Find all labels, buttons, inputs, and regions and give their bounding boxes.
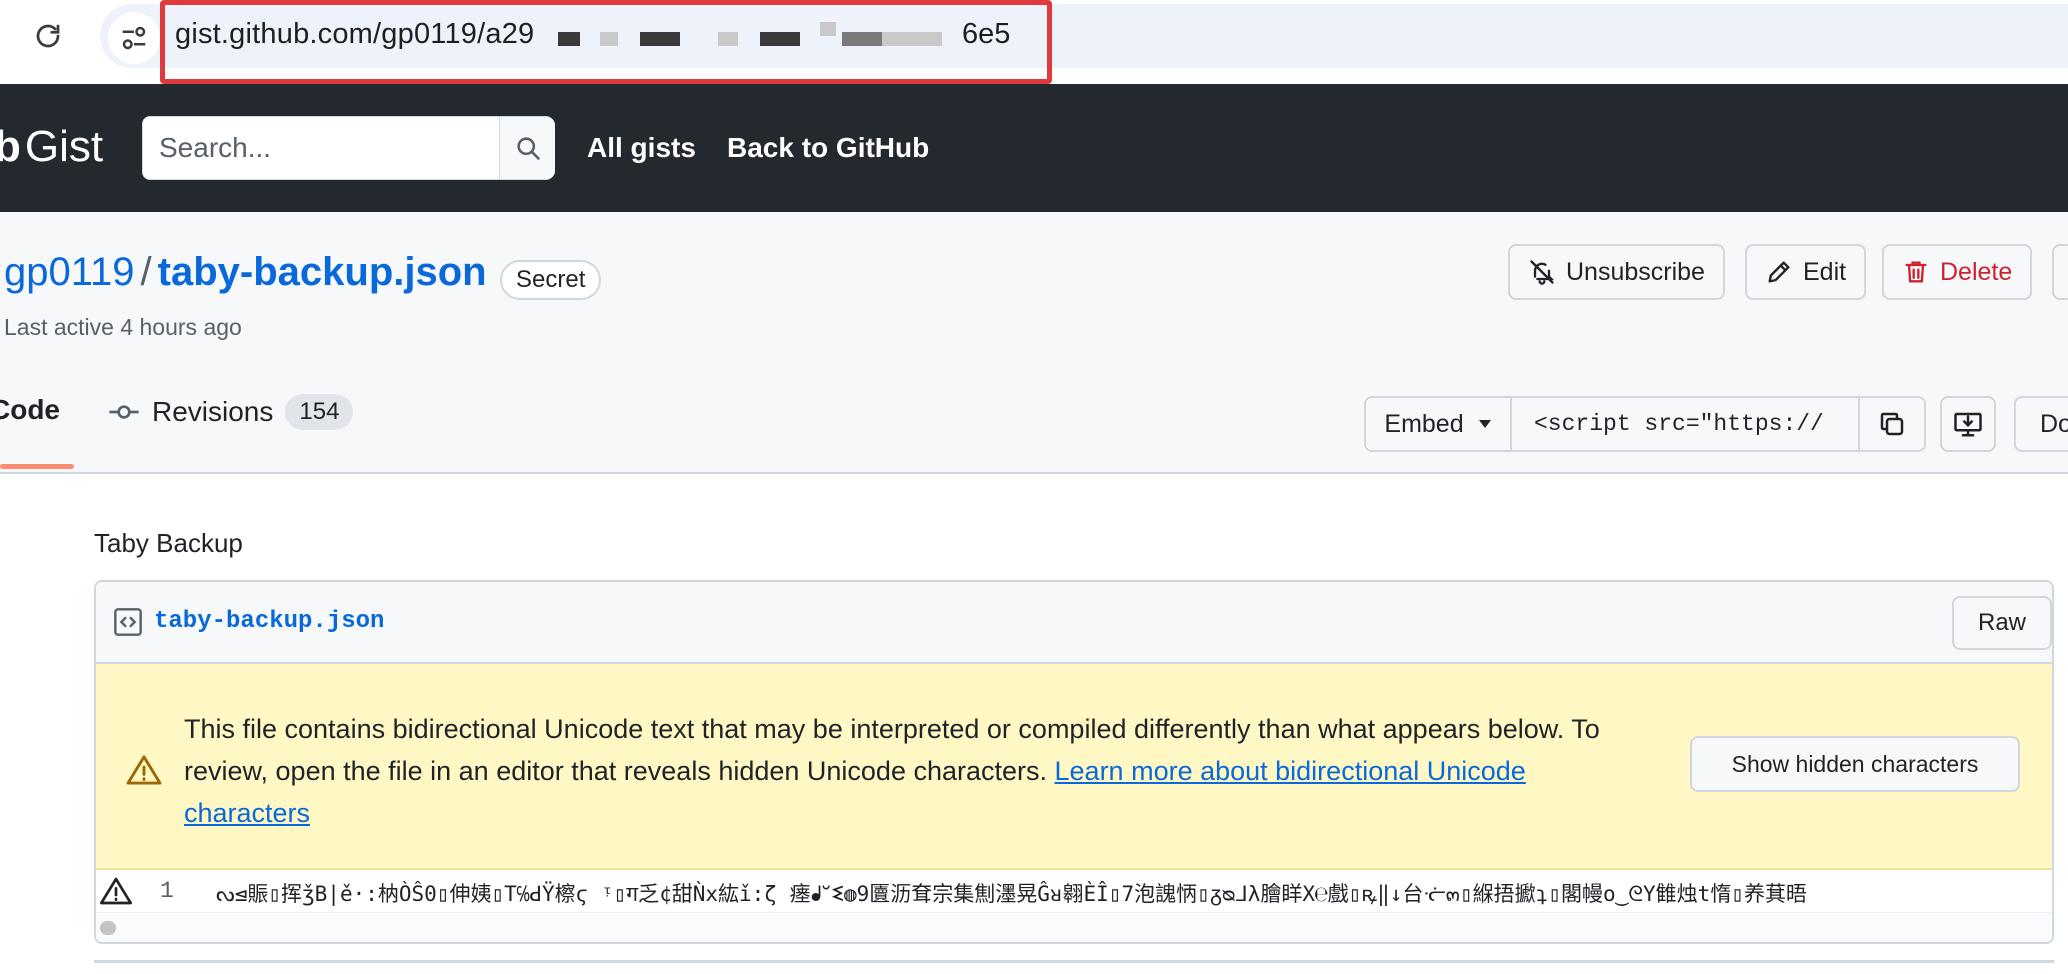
file-name-link[interactable]: taby-backup.json xyxy=(154,608,384,635)
search-input[interactable] xyxy=(143,117,497,179)
redaction-block xyxy=(640,32,680,46)
search-button[interactable] xyxy=(499,117,555,179)
copy-icon xyxy=(1880,412,1904,436)
secret-badge: Secret xyxy=(500,260,602,300)
file-header: taby-backup.json Raw xyxy=(96,582,2052,664)
pencil-icon xyxy=(1768,261,1790,283)
commit-icon xyxy=(109,405,139,419)
embed-code-input[interactable]: <script src="https:// xyxy=(1512,398,1858,450)
trash-icon xyxy=(1905,261,1927,283)
edit-button[interactable]: Edit xyxy=(1745,244,1867,300)
bidi-warning-text: This file contains bidirectional Unicode… xyxy=(184,708,1624,834)
nav-back-to-github[interactable]: Back to GitHub xyxy=(727,132,929,164)
code-line: 1 ᔓ⊴賑▯挥ǯB|ě·:枘ÒŜ0▯伸姨▯T℅ꓒŸ檫ϛ ᵎ▯ग乏¢甜Ǹx紘ǐ:ζ… xyxy=(96,870,2052,912)
open-desktop-button[interactable] xyxy=(1940,396,1996,452)
url-text-end: 6e5 xyxy=(962,18,1011,50)
copy-button[interactable] xyxy=(1858,398,1924,450)
tab-code-label: Code xyxy=(0,394,60,425)
tab-code[interactable]: Code xyxy=(0,394,60,426)
delete-label: Delete xyxy=(1940,257,2013,286)
bidi-warning-banner: This file contains bidirectional Unicode… xyxy=(96,664,2052,870)
alert-icon xyxy=(100,877,132,905)
gist-header: bGist All gists Back to GitHub xyxy=(0,84,2068,212)
unsubscribe-button[interactable]: Unsubscribe xyxy=(1508,244,1725,300)
alert-icon xyxy=(126,755,162,785)
tab-active-indicator xyxy=(0,464,74,469)
redaction-block xyxy=(760,32,800,46)
redaction-block xyxy=(882,32,942,46)
last-active-text: Last active 4 hours ago xyxy=(4,314,242,340)
gist-description: Taby Backup xyxy=(94,528,243,558)
browser-toolbar: gist.github.com/gp0119/a29 6e5 xyxy=(0,0,2068,84)
delete-button[interactable]: Delete xyxy=(1882,244,2033,300)
page-title: gp0119/taby-backup.json xyxy=(4,250,487,295)
redaction-block xyxy=(558,32,580,46)
gist-logo[interactable]: bGist xyxy=(0,122,103,172)
line-content: ᔓ⊴賑▯挥ǯB|ě·:枘ÒŜ0▯伸姨▯T℅ꓒŸ檫ϛ ᵎ▯ग乏¢甜Ǹx紘ǐ:ζ 瘗… xyxy=(216,882,1807,906)
unsubscribe-label: Unsubscribe xyxy=(1566,257,1705,286)
bell-slash-icon xyxy=(1530,260,1555,285)
divider xyxy=(94,960,2054,963)
gist-title-link[interactable]: taby-backup.json xyxy=(158,250,487,294)
desktop-download-icon xyxy=(1954,412,1982,437)
reload-icon xyxy=(36,24,60,48)
revisions-counter: 154 xyxy=(285,394,354,430)
url-text[interactable]: gist.github.com/gp0119/a29 xyxy=(175,18,534,51)
embed-select-button[interactable]: Embed xyxy=(1366,398,1512,450)
redaction-block xyxy=(842,32,882,46)
search-box xyxy=(142,116,555,180)
redaction-block xyxy=(718,32,738,46)
scrollbar-thumb[interactable] xyxy=(100,921,116,935)
download-zip-button[interactable]: Do xyxy=(2014,396,2068,452)
path-separator: / xyxy=(140,250,152,294)
edit-label: Edit xyxy=(1803,257,1847,286)
owner-link[interactable]: gp0119 xyxy=(4,250,135,294)
show-hidden-characters-button[interactable]: Show hidden characters xyxy=(1690,736,2020,792)
site-info-icon xyxy=(122,26,146,50)
reload-button[interactable] xyxy=(26,14,70,58)
search-icon xyxy=(516,137,540,160)
tab-revisions[interactable]: Revisions 154 xyxy=(108,394,354,430)
embed-label: Embed xyxy=(1384,409,1464,438)
redaction-block xyxy=(600,32,618,46)
nav-all-gists[interactable]: All gists xyxy=(587,132,696,164)
star-button[interactable] xyxy=(2052,244,2068,300)
embed-control: Embed <script src="https:// xyxy=(1364,396,1926,452)
site-info-button[interactable] xyxy=(108,12,160,64)
horizontal-scrollbar[interactable] xyxy=(96,912,2052,942)
file-container: taby-backup.json Raw This file contains … xyxy=(94,580,2054,944)
redaction-block xyxy=(820,22,836,36)
tab-revisions-label: Revisions xyxy=(152,396,274,427)
line-number[interactable]: 1 xyxy=(160,878,174,904)
code-square-icon xyxy=(114,608,142,636)
raw-button[interactable]: Raw xyxy=(1952,596,2052,650)
triangle-down-icon xyxy=(1478,420,1491,428)
